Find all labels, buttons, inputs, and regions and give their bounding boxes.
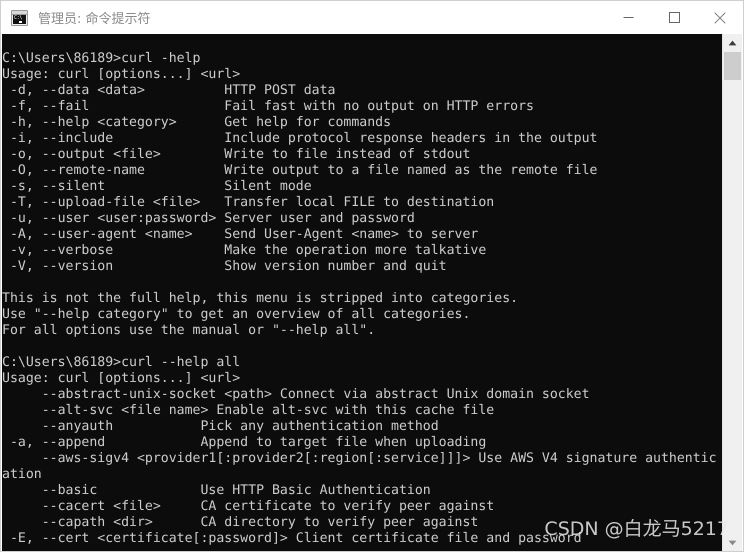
console-output-area[interactable]: C:\Users\86189>curl -help Usage: curl [o… <box>2 34 724 551</box>
title-bar-left: C:\ 管理员: 命令提示符 <box>1 8 605 27</box>
cmd-icon: C:\ <box>11 9 28 26</box>
scroll-up-arrow-icon[interactable] <box>723 34 742 51</box>
scroll-down-arrow-icon[interactable] <box>723 534 742 551</box>
maximize-button[interactable] <box>651 1 697 34</box>
console-text: C:\Users\86189>curl -help Usage: curl [o… <box>2 51 717 547</box>
vertical-scrollbar[interactable] <box>722 34 742 551</box>
close-button[interactable] <box>697 1 743 34</box>
window-controls <box>605 1 743 34</box>
command-prompt-window: C:\ 管理员: 命令提示符 C:\Users\86189>curl -help… <box>0 0 744 552</box>
cmd-icon-cursor <box>19 20 22 23</box>
minimize-button[interactable] <box>605 1 651 34</box>
scrollbar-thumb[interactable] <box>724 52 741 80</box>
window-title: 管理员: 命令提示符 <box>38 12 151 27</box>
title-bar: C:\ 管理员: 命令提示符 <box>1 1 743 34</box>
